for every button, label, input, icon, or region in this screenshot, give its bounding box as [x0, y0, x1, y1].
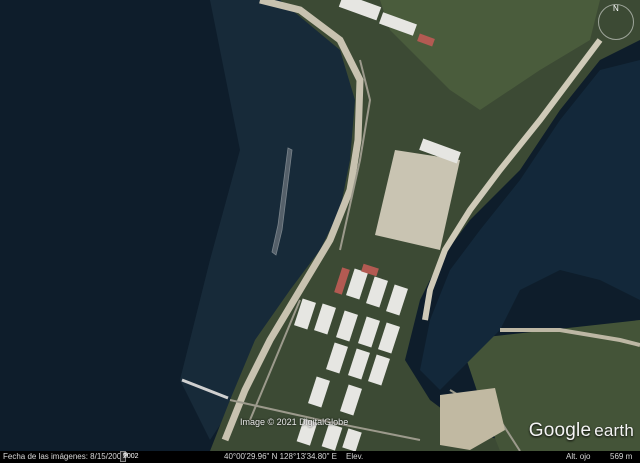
elevation-label: Elev.	[346, 452, 364, 461]
year-badge-label: 2002	[123, 453, 139, 460]
imagery-attribution: Image © 2021 DigitalGlobe	[240, 417, 349, 427]
logo-earth-text: earth	[594, 421, 634, 440]
compass-control[interactable]: N	[598, 4, 634, 40]
eye-altitude-value: 569 m	[610, 452, 633, 461]
historical-imagery-year-button[interactable]: 2002	[120, 451, 139, 462]
satellite-map[interactable]	[0, 0, 640, 463]
logo-google-text: Google	[528, 420, 592, 441]
north-label: N	[613, 4, 619, 13]
map-viewport[interactable]: N Image © 2021 DigitalGlobe Google earth …	[0, 0, 640, 463]
cursor-coordinates: 40°00'29.96" N 128°13'34.80" E	[224, 452, 337, 461]
google-earth-logo: Google earth	[529, 420, 634, 442]
eye-altitude-label: Alt. ojo	[566, 452, 591, 461]
imagery-date: Fecha de las imágenes: 8/15/2009	[3, 452, 126, 461]
status-bar: Fecha de las imágenes: 8/15/2009 2002 40…	[0, 451, 640, 463]
